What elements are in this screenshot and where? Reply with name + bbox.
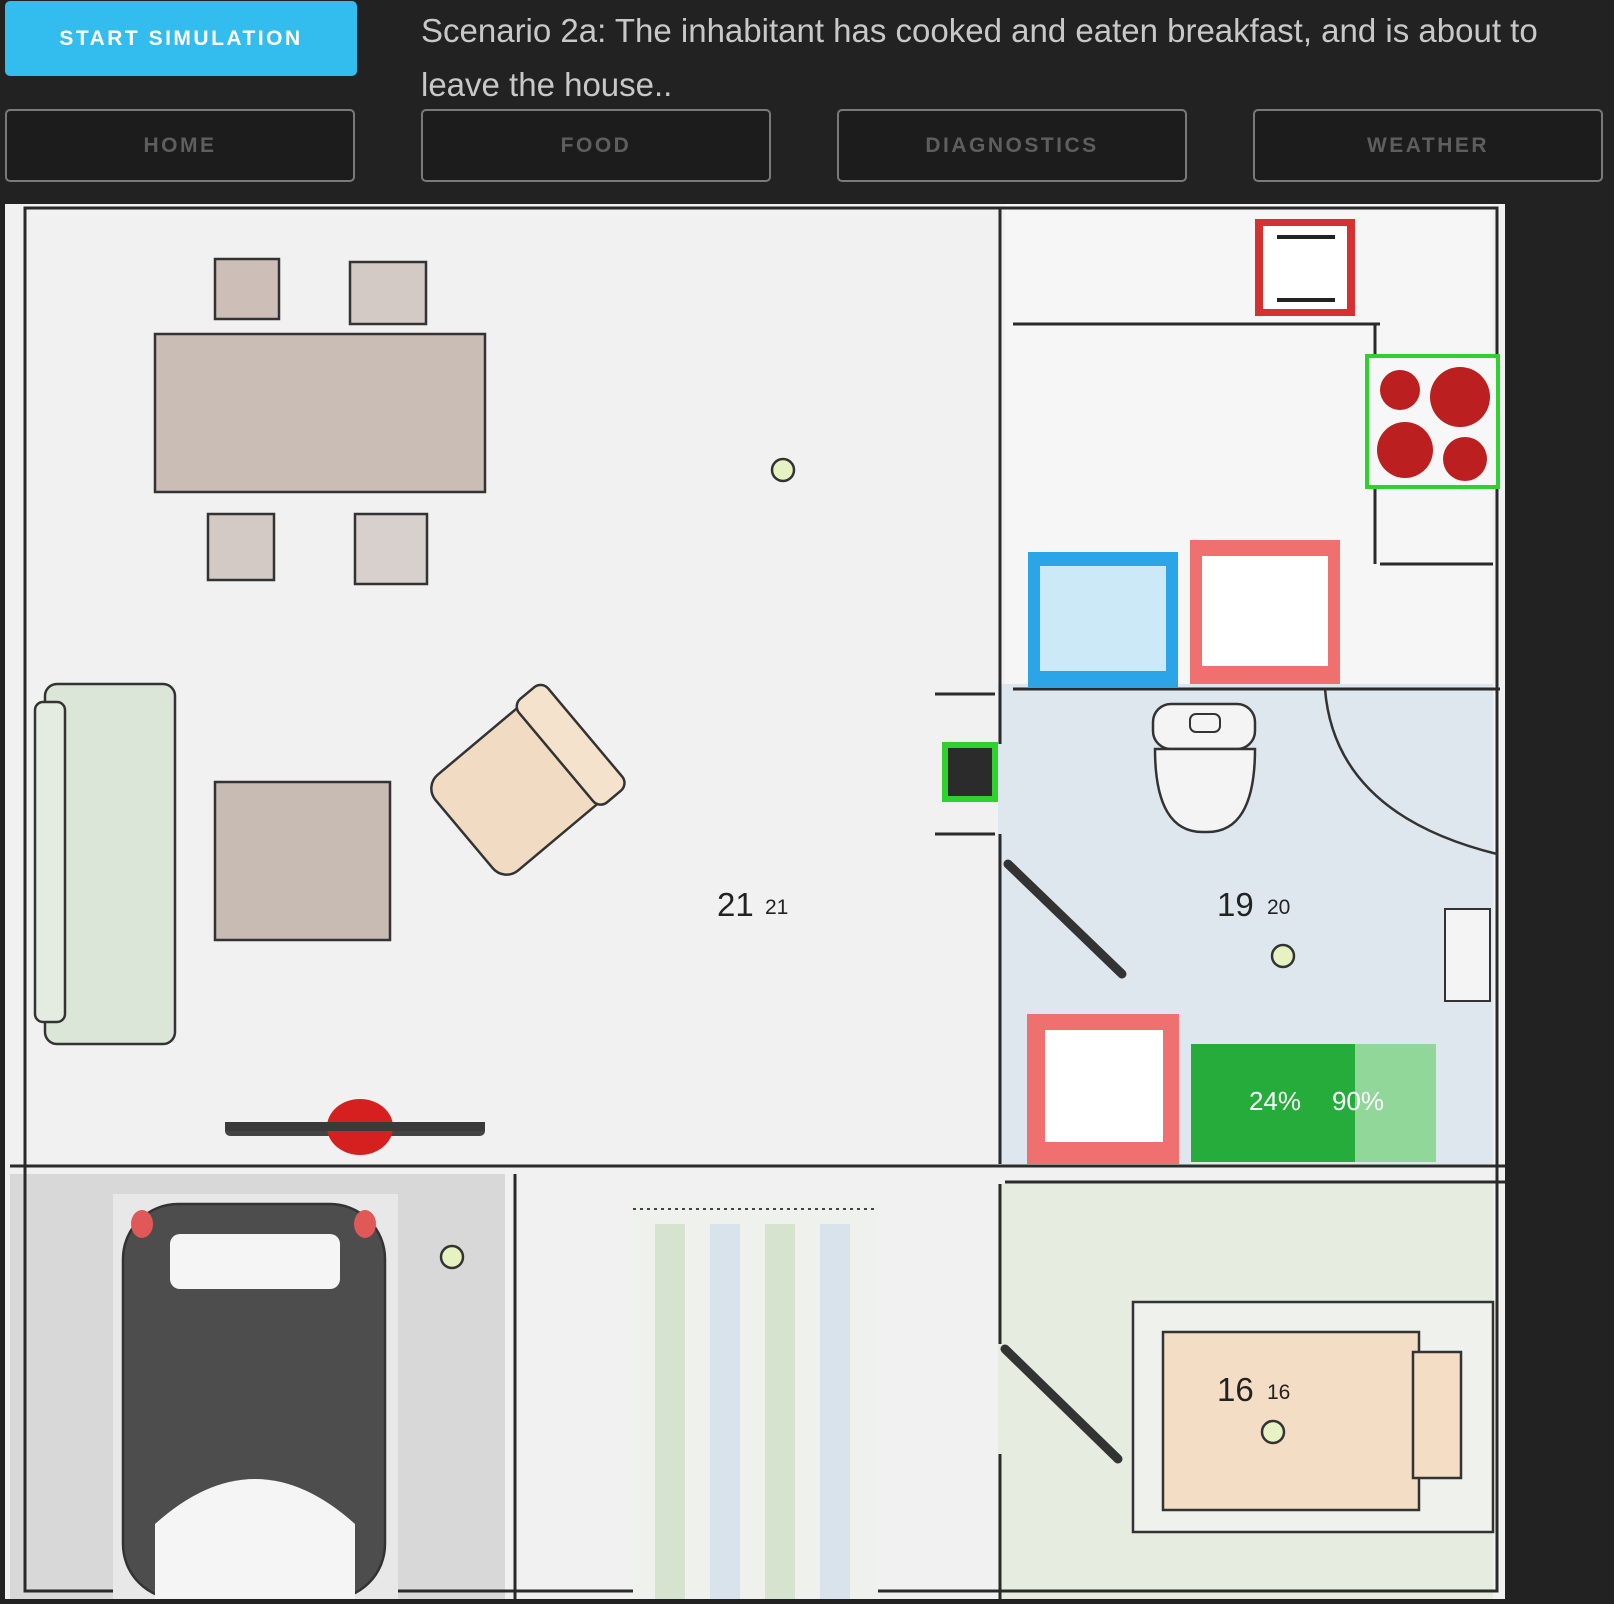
car — [113, 1194, 398, 1601]
kitchen-cabinet[interactable] — [1255, 219, 1355, 316]
bedroom-temp-current: 16 — [1217, 1371, 1254, 1408]
sofa — [33, 682, 177, 1046]
bathtub-level-b: 90% — [1332, 1086, 1384, 1116]
toilet — [1151, 702, 1257, 834]
start-simulation-button[interactable]: START SIMULATION — [5, 1, 357, 76]
fridge[interactable] — [1028, 552, 1178, 687]
bathroom-temp-target: 20 — [1267, 896, 1290, 919]
motion-sensor[interactable] — [770, 457, 796, 483]
coffee-table — [213, 780, 392, 942]
living-temp-target: 21 — [765, 896, 788, 919]
nav-home-button[interactable]: HOME — [5, 109, 355, 182]
dishwasher[interactable] — [1190, 540, 1340, 684]
bathroom-temp-current: 19 — [1217, 886, 1254, 923]
living-temp-current: 21 — [717, 886, 754, 923]
scenario-description: Scenario 2a: The inhabitant has cooked a… — [421, 12, 1538, 103]
stove[interactable] — [1365, 354, 1500, 489]
washing-machine[interactable] — [1027, 1014, 1179, 1164]
nav-food-button[interactable]: FOOD — [421, 109, 771, 182]
motion-sensor[interactable] — [439, 1244, 465, 1270]
rug — [633, 1204, 878, 1599]
bed — [1131, 1300, 1495, 1534]
nav-weather-button[interactable]: WEATHER — [1253, 109, 1603, 182]
speaker-device[interactable] — [942, 742, 998, 802]
floor-plan: 24% 90% 21 21 19 20 16 16 — [5, 204, 1505, 1601]
motion-sensor[interactable] — [1270, 943, 1296, 969]
sink — [1444, 908, 1491, 1002]
bathtub[interactable]: 24% 90% — [1191, 1044, 1436, 1162]
motion-sensor[interactable] — [1260, 1419, 1286, 1445]
bathtub-level-a: 24% — [1249, 1086, 1301, 1116]
nav-diagnostics-button[interactable]: DIAGNOSTICS — [837, 109, 1187, 182]
bedroom-temp-target: 16 — [1267, 1381, 1290, 1404]
